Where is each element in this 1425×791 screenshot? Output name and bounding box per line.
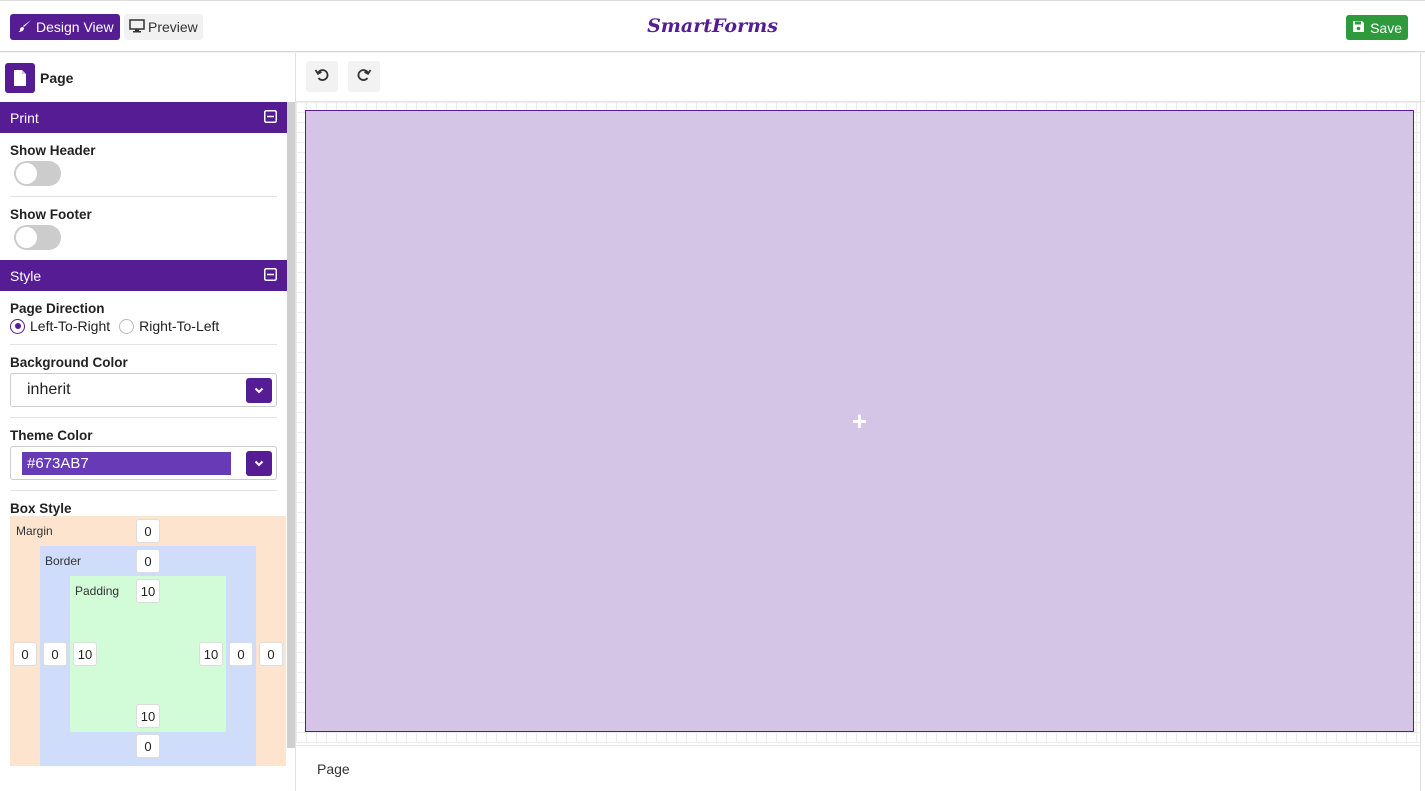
border-label: Border [45, 554, 82, 568]
redo-icon [356, 67, 372, 86]
show-footer-toggle[interactable] [14, 225, 61, 250]
page-direction-label: Page Direction [10, 301, 105, 316]
design-view-label: Design View [36, 19, 114, 35]
style-section-header[interactable]: Style [0, 260, 287, 291]
show-footer-label: Show Footer [10, 207, 92, 222]
margin-box: Margin 0 0 0 Border 0 0 0 0 Padding 10 1… [10, 516, 286, 766]
panel-title: Page [40, 69, 74, 86]
radio-unchecked-icon [119, 318, 135, 334]
paintbrush-icon [18, 19, 32, 36]
border-top-input[interactable]: 0 [136, 549, 160, 573]
page-direction-field: Page Direction Left-To-Right Right-To-Le… [10, 291, 277, 345]
padding-top-input[interactable]: 10 [136, 579, 160, 603]
margin-label: Margin [16, 524, 53, 538]
save-label: Save [1370, 19, 1402, 36]
properties-panel: Page Print Show Header Show Footer Style [0, 53, 296, 791]
page-icon [5, 62, 35, 93]
border-right-input[interactable]: 0 [229, 642, 253, 666]
top-bar: Design View Preview SmartForms Save [0, 0, 1425, 52]
collapse-icon[interactable] [264, 267, 277, 284]
background-color-select[interactable]: inherit [10, 373, 277, 407]
monitor-icon [129, 18, 145, 36]
padding-bottom-input[interactable]: 10 [136, 704, 160, 728]
radio-ltr-label: Left-To-Right [30, 318, 111, 334]
breadcrumb: Page [296, 745, 1420, 791]
preview-button[interactable]: Preview [124, 14, 203, 40]
collapse-icon[interactable] [264, 109, 277, 126]
canvas-toolbar [296, 53, 1425, 102]
design-canvas: + [296, 102, 1421, 743]
show-header-toggle[interactable] [14, 161, 61, 186]
floppy-disk-icon [1352, 20, 1365, 36]
print-section-header[interactable]: Print [0, 102, 287, 133]
theme-color-select[interactable]: #673AB7 [10, 446, 277, 480]
radio-checked-icon [10, 318, 25, 334]
background-color-value: inherit [27, 381, 71, 398]
print-section-title: Print [10, 109, 39, 126]
theme-color-label: Theme Color [10, 428, 93, 443]
box-model-editor: Margin 0 0 0 Border 0 0 0 0 Padding 10 1… [10, 516, 286, 776]
show-header-label: Show Header [10, 143, 96, 158]
radio-rtl-label: Right-To-Left [139, 318, 220, 334]
background-color-field: Background Color inherit [10, 345, 277, 418]
margin-top-input[interactable]: 0 [136, 519, 160, 543]
brand-logo: SmartForms [647, 15, 778, 37]
show-header-field: Show Header [10, 133, 277, 197]
chevron-down-icon[interactable] [246, 378, 272, 403]
padding-label: Padding [75, 584, 120, 598]
design-view-button[interactable]: Design View [10, 14, 120, 40]
chevron-down-icon[interactable] [246, 451, 272, 476]
show-footer-field: Show Footer [10, 197, 277, 260]
radio-left-to-right[interactable]: Left-To-Right [10, 318, 110, 334]
padding-right-input[interactable]: 10 [199, 642, 223, 666]
undo-icon [314, 67, 330, 86]
background-color-label: Background Color [10, 355, 128, 370]
preview-label: Preview [148, 19, 198, 35]
padding-box: Padding 10 10 10 10 [70, 576, 226, 732]
border-box: Border 0 0 0 0 Padding 10 10 10 10 [40, 546, 256, 766]
border-bottom-input[interactable]: 0 [136, 734, 160, 758]
undo-button[interactable] [306, 61, 338, 92]
box-style-field: Box Style Margin 0 0 0 Border 0 0 0 0 Pa… [10, 491, 286, 776]
margin-left-input[interactable]: 0 [13, 642, 37, 666]
style-section-title: Style [10, 267, 42, 284]
breadcrumb-page[interactable]: Page [317, 761, 350, 777]
radio-right-to-left[interactable]: Right-To-Left [119, 318, 219, 334]
padding-left-input[interactable]: 10 [73, 642, 97, 666]
save-button[interactable]: Save [1346, 15, 1408, 40]
panel-header: Page [0, 53, 295, 102]
print-section: Print Show Header Show Footer [0, 102, 287, 260]
theme-color-field: Theme Color #673AB7 [10, 418, 277, 491]
border-left-input[interactable]: 0 [43, 642, 67, 666]
right-divider [1420, 53, 1421, 791]
style-section: Style Page Direction Left-To-Right Right… [0, 260, 287, 776]
box-style-label: Box Style [10, 501, 72, 516]
redo-button[interactable] [348, 61, 380, 92]
page-drop-area[interactable]: + [305, 110, 1414, 732]
add-element-icon[interactable]: + [852, 408, 867, 434]
panel-scrollbar[interactable] [287, 102, 295, 748]
theme-color-value: #673AB7 [22, 452, 231, 475]
margin-right-input[interactable]: 0 [259, 642, 283, 666]
